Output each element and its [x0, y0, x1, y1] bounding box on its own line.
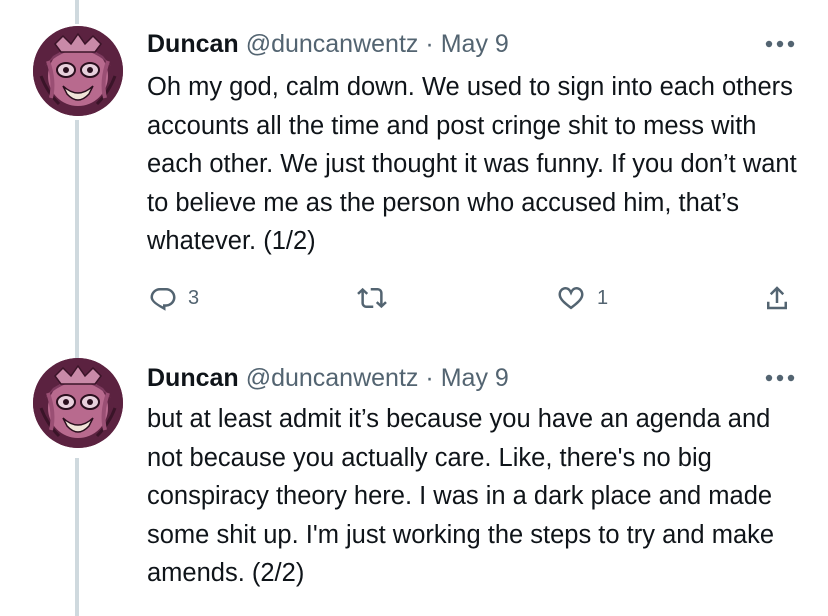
separator-dot: ·: [425, 29, 434, 58]
tweet[interactable]: Duncan @duncanwentz · May 9 but at least…: [0, 330, 828, 616]
like-icon: [558, 286, 584, 310]
tweet-date[interactable]: May 9: [441, 364, 509, 393]
author-handle[interactable]: @duncanwentz: [246, 30, 419, 59]
more-icon: [765, 374, 795, 382]
retweet-button[interactable]: [356, 278, 398, 318]
tweet-header: Duncan @duncanwentz · May 9: [147, 27, 509, 61]
tweet-actions: 3 1: [0, 278, 828, 318]
share-button[interactable]: [762, 278, 792, 318]
avatar-image: [33, 358, 123, 448]
tweet-header: Duncan @duncanwentz · May 9: [147, 361, 509, 395]
reply-icon: [150, 288, 176, 311]
like-count: 1: [597, 286, 609, 309]
reply-button[interactable]: 3: [148, 278, 199, 318]
tweet-date[interactable]: May 9: [441, 30, 509, 59]
share-icon: [767, 286, 787, 310]
avatar[interactable]: [33, 358, 123, 448]
more-button[interactable]: [762, 363, 798, 393]
tweet[interactable]: Duncan @duncanwentz · May 9 Oh my god, c…: [0, 0, 828, 330]
like-button[interactable]: 1: [555, 278, 608, 318]
author-name[interactable]: Duncan: [147, 30, 239, 59]
separator-dot: ·: [425, 363, 434, 392]
tweet-text: but at least admit it’s because you have…: [147, 405, 775, 587]
avatar-image: [33, 26, 123, 116]
author-name[interactable]: Duncan: [147, 364, 239, 393]
tweet-text: Oh my god, calm down. We used to sign in…: [147, 73, 797, 255]
more-button[interactable]: [762, 29, 798, 59]
reply-count: 3: [188, 286, 200, 309]
author-handle[interactable]: @duncanwentz: [246, 364, 419, 393]
retweet-icon: [357, 287, 387, 309]
more-icon: [765, 40, 795, 48]
avatar[interactable]: [33, 26, 123, 116]
